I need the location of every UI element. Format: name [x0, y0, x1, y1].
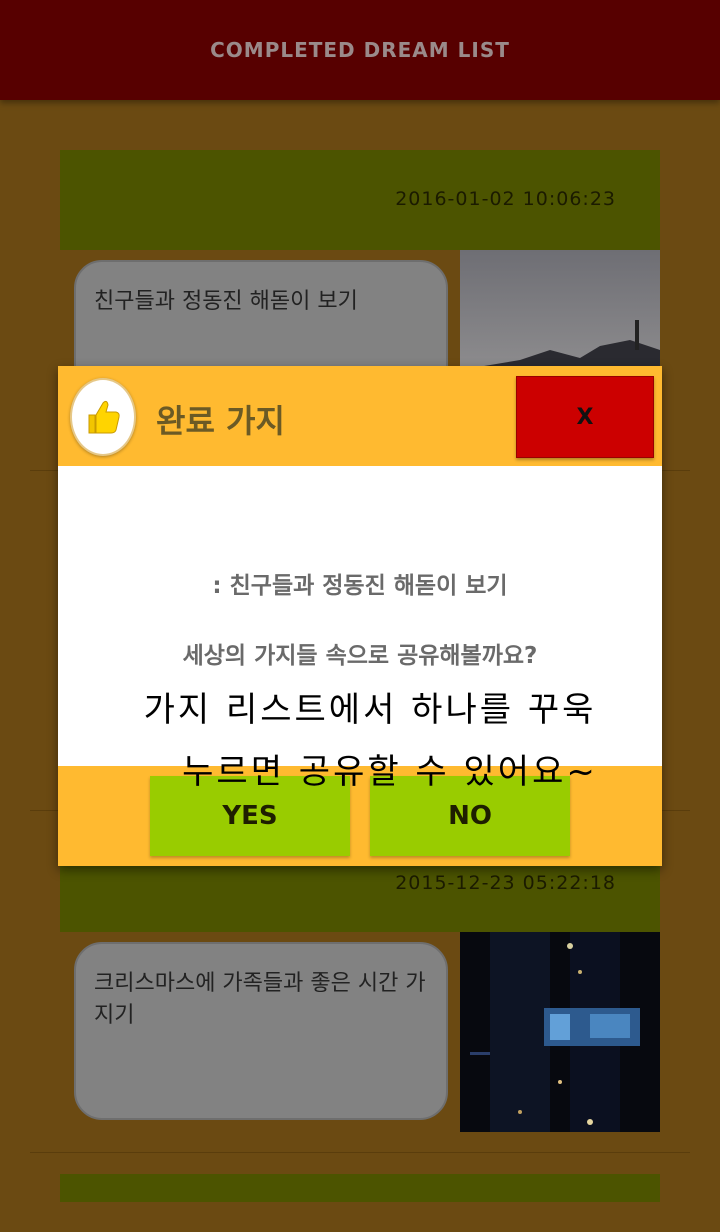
hint-line-1: 가지 리스트에서 하나를 꾸욱: [143, 690, 597, 730]
list-divider: [30, 1152, 690, 1153]
dialog-title: 완료 가지: [156, 402, 285, 440]
card-header: 2016-01-02 10:06:23: [60, 150, 660, 250]
close-button[interactable]: X: [516, 376, 654, 458]
card-text: 크리스마스에 가족들과 좋은 시간 가지기: [94, 971, 426, 1028]
app-title: COMPLETED DREAM LIST: [210, 38, 510, 62]
card-text: 친구들과 정동진 해돋이 보기: [94, 289, 358, 314]
dialog-question-text: 세상의 가지들 속으로 공유해볼까요?: [182, 643, 538, 669]
card-photo[interactable]: [460, 932, 660, 1132]
app-bar: COMPLETED DREAM LIST: [0, 0, 720, 100]
hint-line-2: 누르면 공유할 수 있어요~: [182, 752, 598, 792]
card-header: [60, 1174, 660, 1202]
card-date: 2016-01-02 10:06:23: [395, 188, 616, 210]
card-bubble[interactable]: 크리스마스에 가족들과 좋은 시간 가지기: [74, 942, 448, 1120]
dialog-item-text: : 친구들과 정동진 해돋이 보기: [212, 573, 508, 599]
dialog-header: 완료 가지 X: [58, 366, 662, 466]
card-date: 2015-12-23 05:22:18: [395, 872, 616, 894]
thumbs-up-icon: [70, 378, 136, 456]
night-street-photo: [460, 932, 660, 1132]
